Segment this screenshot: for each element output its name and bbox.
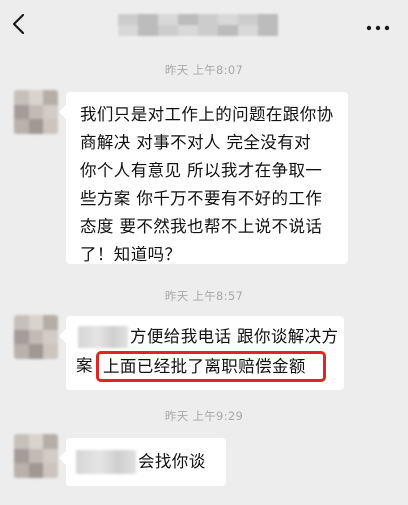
message-bubble[interactable]: 我们只是对工作上的问题在跟你协 商解决 对事不对人 完全没有对 你个人有意见 所… [66,92,348,264]
highlight-annotation: 上面已经批了离职赔偿金额 [96,351,326,382]
redacted-text [76,450,136,474]
message-timestamp: 昨天 上午9:29 [164,409,244,423]
message-text-line: 方便给我电话 跟你谈解决方 [130,327,339,346]
contact-avatar[interactable] [14,90,58,134]
highlighted-text: 上面已经批了离职赔偿金额 [103,357,306,376]
message-text-line: 些方案 你千万不要有不好的工作 [80,189,323,208]
message-text-line: 会找你谈 [138,452,206,471]
message-timestamp: 昨天 上午8:07 [164,63,244,77]
message-timestamp: 昨天 上午8:57 [164,289,244,303]
message-bubble[interactable]: 方便给我电话 跟你谈解决方 案 上面已经批了离职赔偿金额 [66,316,344,390]
contact-avatar[interactable] [14,315,58,359]
more-horizontal-icon[interactable] [366,18,390,31]
message-text-line: 你个人有意见 所以我才在争取一 [80,161,323,180]
nav-bar [0,0,408,48]
message-text-line: 了！知道吗？ [80,245,182,264]
message-text-line: 案 [76,356,93,375]
message-bubble[interactable]: 会找你谈 [66,438,226,486]
chat-title-redacted [118,14,278,36]
message-text-line: 我们只是对工作上的问题在跟你协 [80,105,334,124]
message-text-line: 商解决 对事不对人 完全没有对 [80,133,311,152]
redacted-text [78,326,128,348]
contact-avatar[interactable] [14,434,58,478]
message-text-line: 态度 要不然我也帮不上说不说话 [80,217,323,236]
chevron-left-icon[interactable] [10,12,30,36]
